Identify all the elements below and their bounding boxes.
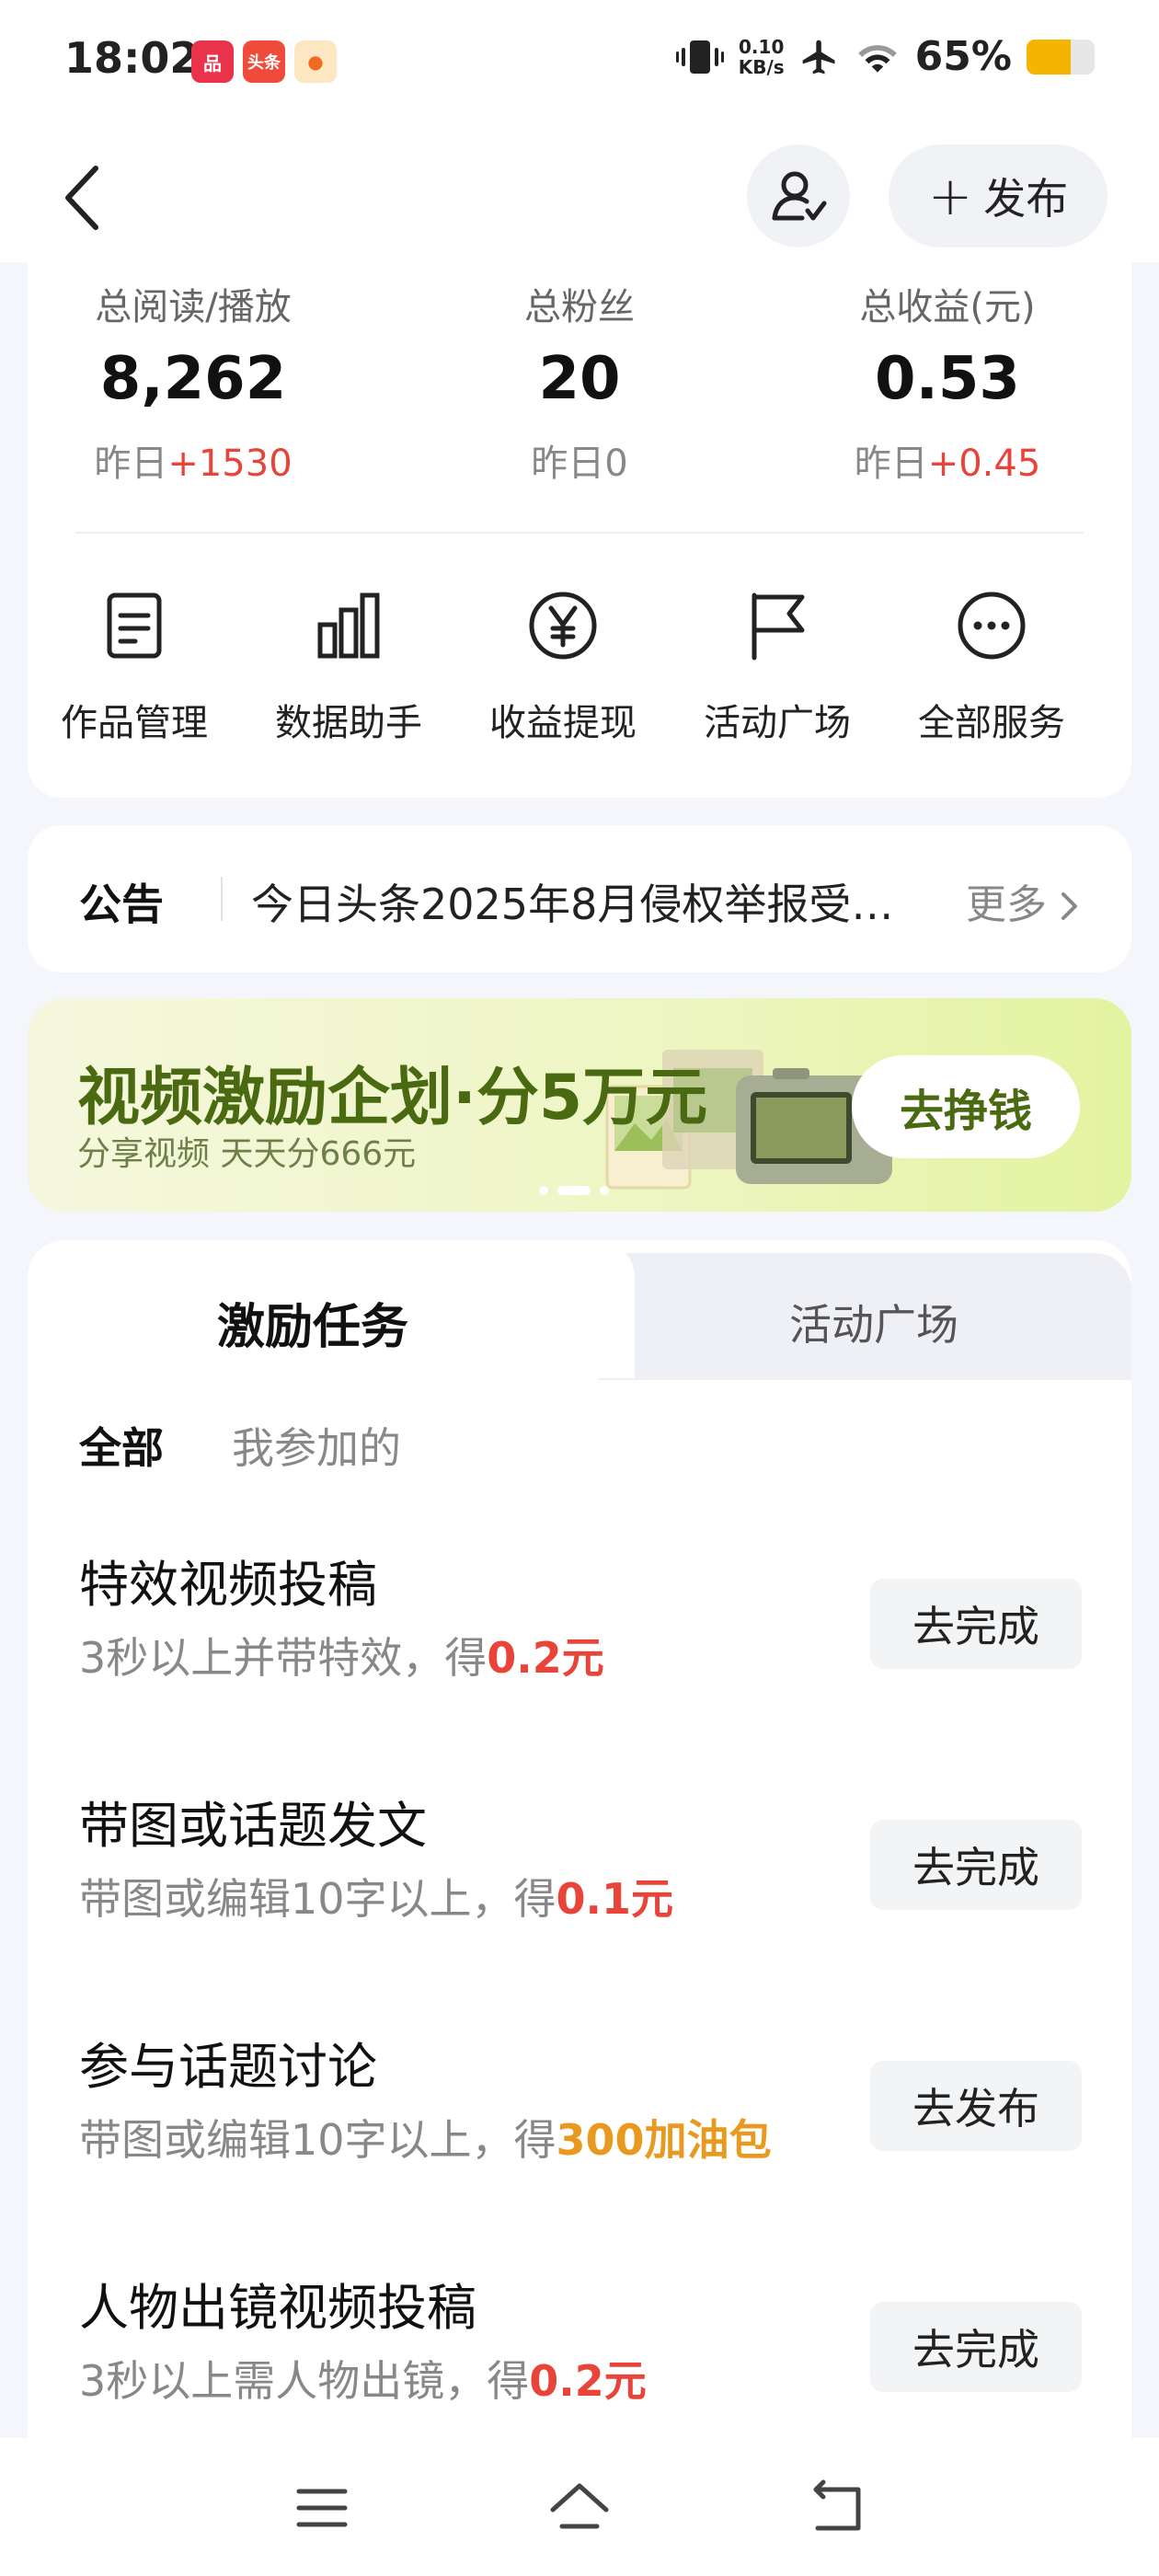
tab-incentive-tasks[interactable]: 激励任务 [28,1288,598,1357]
publish-button[interactable]: + 发布 [889,144,1107,247]
status-time: 18:02 [64,33,200,83]
service-all-services[interactable]: 全部服务 [885,584,1098,746]
network-speed: 0.10 KB/s [738,35,785,78]
publish-label: 发布 [983,174,1069,224]
task-description: 带图或编辑10字以上，得300加油包 [79,2115,772,2165]
task-reward: 0.1元 [556,1874,674,1924]
flag-icon [752,592,805,661]
service-activity-square[interactable]: 活动广场 [671,584,884,746]
announcement-more-link[interactable]: 更多 [966,871,1080,930]
promo-banner[interactable]: 视频激励企划·分5万元 分享视频 天天分666元 去挣钱 [28,998,1131,1212]
service-label: 作品管理 [61,702,208,744]
task-action-button[interactable]: 去发布 [870,2061,1082,2151]
task-description: 3秒以上并带特效，得0.2元 [79,1633,604,1683]
task-item: 特效视频投稿 3秒以上并带特效，得0.2元 去完成 [79,1544,1082,1709]
stat-total-fans[interactable]: 总粉丝 20 昨日0 [414,277,745,487]
battery-level-fill [1027,39,1072,75]
filter-joined[interactable]: 我参加的 [232,1415,401,1476]
service-label: 全部服务 [918,702,1065,744]
stat-delta: 昨日+1530 [94,443,293,485]
task-description: 3秒以上需人物出镜，得0.2元 [79,2356,647,2406]
task-description: 带图或编辑10字以上，得0.1元 [79,1874,674,1924]
banner-subtitle: 分享视频 天天分666元 [77,1135,417,1173]
stat-label: 总阅读/播放 [95,286,292,328]
divider [221,877,223,921]
vibrate-icon [675,40,724,74]
task-item: 参与话题讨论 带图或编辑10字以上，得300加油包 去发布 [79,2026,1082,2191]
back-nav-icon[interactable] [805,2478,869,2537]
battery-percent: 65% [914,33,1012,80]
chevron-left-icon [65,166,98,230]
service-earnings-withdraw[interactable]: 收益提现 [456,584,670,746]
chevron-right-icon [1061,892,1077,920]
plus-icon: + [927,165,973,227]
task-reward: 0.2元 [529,2356,647,2406]
service-works-management[interactable]: 作品管理 [28,584,241,746]
carousel-indicator [539,1186,609,1195]
carousel-dot [600,1186,609,1195]
divider [75,532,1084,534]
toutiao-app-icon: 头条 [243,40,285,83]
yen-icon [529,592,597,660]
stat-value: 8,262 [99,345,287,413]
system-navigation-bar [0,2438,1159,2576]
document-icon [107,592,162,659]
announcement-bar[interactable]: 公告 今日头条2025年8月侵权举报受… 更多 [28,825,1131,972]
user-check-icon [772,171,827,221]
stats-card: 总阅读/播放 8,262 昨日+1530 总粉丝 20 昨日0 总收益(元) 0… [28,262,1131,798]
top-header: + 发布 [0,124,1159,262]
task-action-button[interactable]: 去完成 [870,2302,1082,2392]
task-action-button[interactable]: 去完成 [870,1820,1082,1910]
stat-total-reads[interactable]: 总阅读/播放 8,262 昨日+1530 [28,277,359,487]
service-data-assistant[interactable]: 数据助手 [242,584,455,746]
tasks-panel: 激励任务 活动广场 全部 我参加的 特效视频投稿 3秒以上并带特效，得0.2元 … [28,1240,1131,2438]
stat-label: 总粉丝 [524,286,635,328]
more-icon [958,592,1026,660]
back-button[interactable] [55,161,110,235]
task-title: 特效视频投稿 [79,1556,377,1614]
announcement-text[interactable]: 今日头条2025年8月侵权举报受… [251,871,932,932]
task-item: 人物出镜视频投稿 3秒以上需人物出镜，得0.2元 去完成 [79,2267,1082,2432]
status-indicators: 0.10 KB/s 65% [675,33,1095,80]
task-reward: 0.2元 [487,1633,604,1683]
task-title: 带图或话题发文 [79,1797,427,1855]
task-title: 参与话题讨论 [79,2038,377,2096]
stat-value: 0.53 [875,345,1020,413]
more-label: 更多 [966,881,1047,928]
status-bar: 18:02 品 头条 ● 0.10 KB/s 65% [0,0,1159,124]
stat-value: 20 [538,345,621,413]
bar-chart-icon [317,592,380,659]
filter-all[interactable]: 全部 [79,1415,164,1476]
tab-activity-square[interactable]: 活动广场 [616,1292,1131,1352]
stat-delta: 昨日0 [531,443,628,485]
earn-money-button[interactable]: 去挣钱 [852,1055,1080,1158]
service-label: 活动广场 [704,702,851,744]
task-action-button[interactable]: 去完成 [870,1579,1082,1669]
menu-icon[interactable] [290,2478,354,2537]
wifi-icon [857,44,897,73]
app-badge-icon: 品 [191,40,234,83]
stat-label: 总收益(元) [859,286,1036,328]
stat-total-earnings[interactable]: 总收益(元) 0.53 昨日+0.45 [782,277,1113,487]
banner-title: 视频激励企划·分5万元 [77,1062,708,1134]
announcement-tag: 公告 [79,880,164,929]
service-label: 收益提现 [489,702,637,744]
task-item: 带图或话题发文 带图或编辑10字以上，得0.1元 去完成 [79,1785,1082,1950]
home-icon[interactable] [547,2478,612,2537]
service-label: 数据助手 [275,702,422,744]
user-follow-button[interactable] [747,144,850,247]
carousel-dot [557,1186,591,1195]
airplane-mode-icon [802,40,835,74]
task-reward: 300加油包 [556,2115,772,2165]
status-app-icons: 品 头条 ● [191,40,337,83]
task-title: 人物出镜视频投稿 [79,2279,476,2337]
battery-icon [1027,39,1095,75]
app-badge-icon: ● [294,40,337,83]
carousel-dot [539,1186,548,1195]
stat-delta: 昨日+0.45 [854,443,1041,485]
